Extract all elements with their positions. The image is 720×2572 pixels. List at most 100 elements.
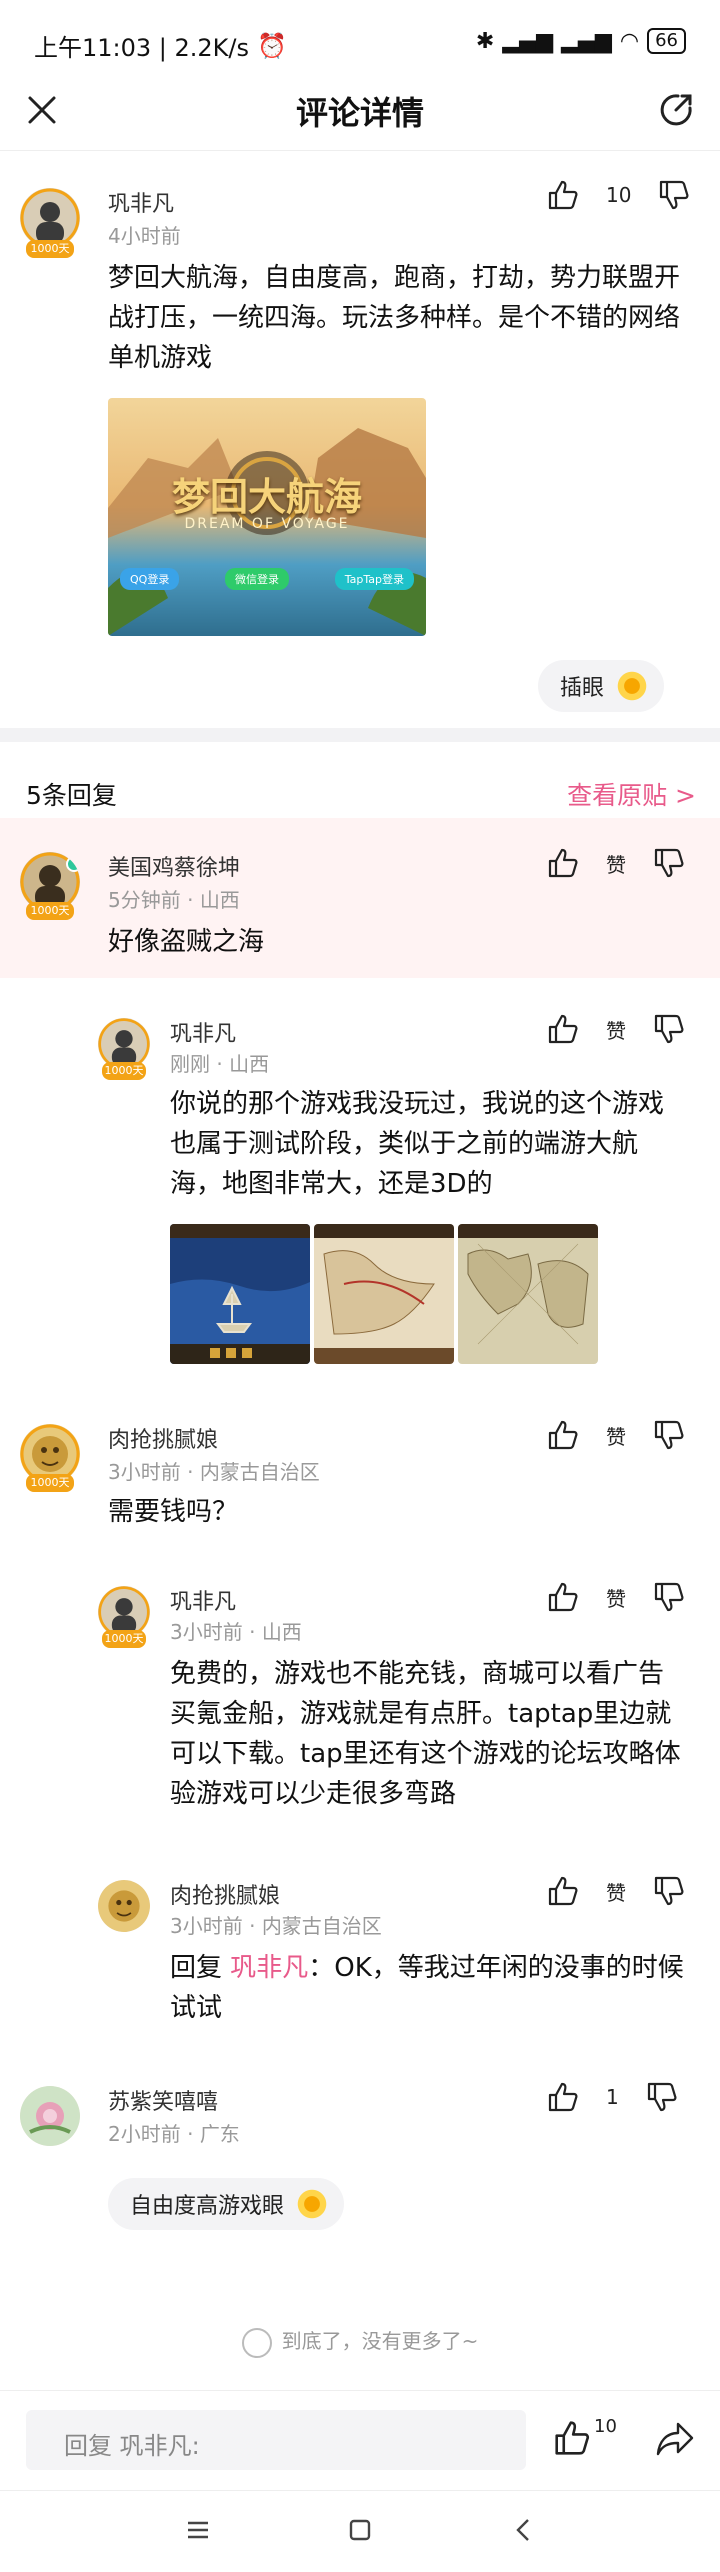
avatar[interactable] [20, 2086, 80, 2146]
reply-image-1[interactable] [170, 1224, 310, 1364]
alarm-icon: ⏰ [257, 31, 287, 60]
home-button[interactable] [346, 2516, 374, 2548]
reply-placeholder: 回复 巩非凡: [64, 2432, 200, 2460]
reply-time: 3小时前 [170, 1620, 243, 1644]
reply-meta: 5分钟前 · 山西 [108, 888, 240, 912]
reply-region: 广东 [199, 2122, 240, 2146]
wifi-icon: ◠ [619, 28, 640, 54]
thumbs-up-icon[interactable] [546, 1580, 580, 1614]
like-count: 1 [606, 2085, 619, 2109]
sunflower-icon [614, 668, 651, 704]
thumbs-up-icon[interactable] [546, 178, 580, 212]
reply-meta: 刚刚 · 山西 [170, 1052, 270, 1076]
reply-actions: 赞 [546, 1418, 686, 1452]
back-chevron-icon [516, 2519, 529, 2541]
reply-author[interactable]: 巩非凡 [170, 1016, 236, 1048]
game-title: 梦回大航海 [171, 475, 362, 519]
thumbs-down-icon[interactable] [645, 2080, 679, 2114]
thumbs-down-icon[interactable] [652, 1418, 686, 1452]
share-button[interactable] [654, 2418, 696, 2462]
reply-to-user[interactable]: 巩非凡 [230, 1953, 308, 1983]
game-login-wechat: 微信登录 [225, 568, 290, 590]
sad-face-icon [241, 2327, 272, 2358]
comment-author[interactable]: 巩非凡 [108, 186, 174, 218]
reply-time: 2小时前 [108, 2122, 181, 2146]
reply-author[interactable]: 巩非凡 [170, 1584, 236, 1616]
avatar-image [20, 188, 80, 248]
level-badge: 1000天 [26, 1474, 74, 1492]
end-of-list: 到底了，没有更多了~ [0, 2325, 720, 2358]
reply-body: 需要钱吗？ [108, 1497, 239, 1527]
reply-region: 内蒙古自治区 [199, 1460, 320, 1484]
recent-apps-button[interactable] [184, 2516, 212, 2548]
thumbs-up-icon[interactable] [546, 1874, 580, 1908]
bluetooth-icon: ✱ [475, 28, 495, 54]
reply-prefix: 回复 [170, 1953, 223, 1983]
tag-pill[interactable]: 自由度高游戏眼 [108, 2178, 345, 2230]
reply-time: 刚刚 [170, 1052, 210, 1076]
thumbs-down-icon[interactable] [652, 1012, 686, 1046]
avatar-image [20, 2086, 80, 2146]
header-divider [0, 150, 720, 151]
thumbs-up-icon[interactable] [546, 2080, 580, 2114]
like-label: 赞 [606, 852, 626, 877]
reply-author[interactable]: 肉抢挑腻娘 [170, 1878, 280, 1910]
level-badge: 1000天 [26, 902, 74, 920]
signal-icon: ▂▄▆ [502, 28, 554, 54]
game-login-buttons: QQ登录 微信登录 TapTap登录 [120, 568, 414, 590]
home-square-icon [349, 2519, 371, 2541]
thumbs-down-icon[interactable] [657, 178, 691, 212]
reply-author[interactable]: 苏紫笑嘻嘻 [108, 2084, 218, 2116]
thumbs-up-icon[interactable] [546, 846, 580, 880]
avatar[interactable] [20, 188, 80, 248]
end-text: 到底了，没有更多了~ [281, 2329, 479, 2353]
avatar[interactable] [98, 1880, 150, 1932]
battery-icon: 66 [647, 28, 686, 54]
tag-pill[interactable]: 插眼 [538, 660, 665, 712]
signal-icon-2: ▂▄▆ [561, 28, 612, 54]
reply-region: 山西 [199, 888, 240, 912]
comment-body: 梦回大航海，自由度高，跑商，打劫，势力联盟开战打压，一统四海。玩法多种样。是个不… [108, 263, 681, 373]
thumbs-up-icon[interactable] [546, 1418, 580, 1452]
share-external-button[interactable] [654, 88, 698, 136]
thumbs-up-icon[interactable] [546, 1012, 580, 1046]
reply-time: 5分钟前 [108, 888, 181, 912]
reply-region: 山西 [261, 1620, 302, 1644]
sunflower-icon [294, 2186, 331, 2222]
external-link-icon [660, 94, 692, 126]
game-subtitle: DREAM OF VOYAGE [184, 516, 350, 532]
view-original-link[interactable]: 查看原贴 > [567, 776, 696, 812]
reply-image-2[interactable] [314, 1224, 454, 1364]
reply-meta: 3小时前 · 山西 [170, 1620, 302, 1644]
reply-author[interactable]: 肉抢挑腻娘 [108, 1422, 218, 1454]
reply-actions: 赞 [546, 1580, 686, 1614]
thumbs-down-icon[interactable] [652, 1580, 686, 1614]
reply-image-3[interactable] [458, 1224, 598, 1364]
comment-image[interactable]: 梦回大航海 DREAM OF VOYAGE QQ登录 微信登录 TapTap登录 [108, 398, 426, 636]
share-arrow-icon [656, 2422, 694, 2456]
comment-actions: 10 [546, 178, 691, 212]
level-badge: 1000天 [102, 1062, 146, 1080]
back-button[interactable] [510, 2516, 538, 2548]
like-label: 赞 [606, 1424, 626, 1449]
game-login-taptap: TapTap登录 [334, 568, 414, 590]
page-title: 评论详情 [295, 94, 424, 132]
reply-actions: 赞 [546, 1874, 686, 1908]
reply-body: 免费的，游戏也不能充钱，商城可以看广告买氪金船，游戏就是有点肝。taptap里边… [170, 1659, 681, 1809]
game-login-qq: QQ登录 [120, 568, 180, 590]
status-icons: ✱ ▂▄▆ ▂▄▆ ◠ 66 [476, 28, 686, 54]
comment-time: 4小时前 [108, 224, 181, 248]
reply-meta: 3小时前 · 内蒙古自治区 [108, 1460, 320, 1484]
bottom-like-button[interactable] [552, 2418, 592, 2462]
tag-label: 插眼 [560, 676, 605, 701]
thumbs-down-icon[interactable] [652, 1874, 686, 1908]
reply-meta: 2小时前 · 广东 [108, 2122, 240, 2146]
reply-author[interactable]: 美国鸡蔡徐坤 [108, 850, 240, 882]
status-time: 上午11:03 | 2.2K/s ⏰ [34, 28, 287, 63]
thumbs-down-icon[interactable] [652, 846, 686, 880]
map-image [314, 1224, 454, 1364]
reply-meta: 3小时前 · 内蒙古自治区 [170, 1914, 382, 1938]
like-label: 赞 [606, 1586, 626, 1611]
reply-count: 5条回复 [26, 781, 117, 810]
reply-body: 好像盗贼之海 [108, 927, 265, 957]
